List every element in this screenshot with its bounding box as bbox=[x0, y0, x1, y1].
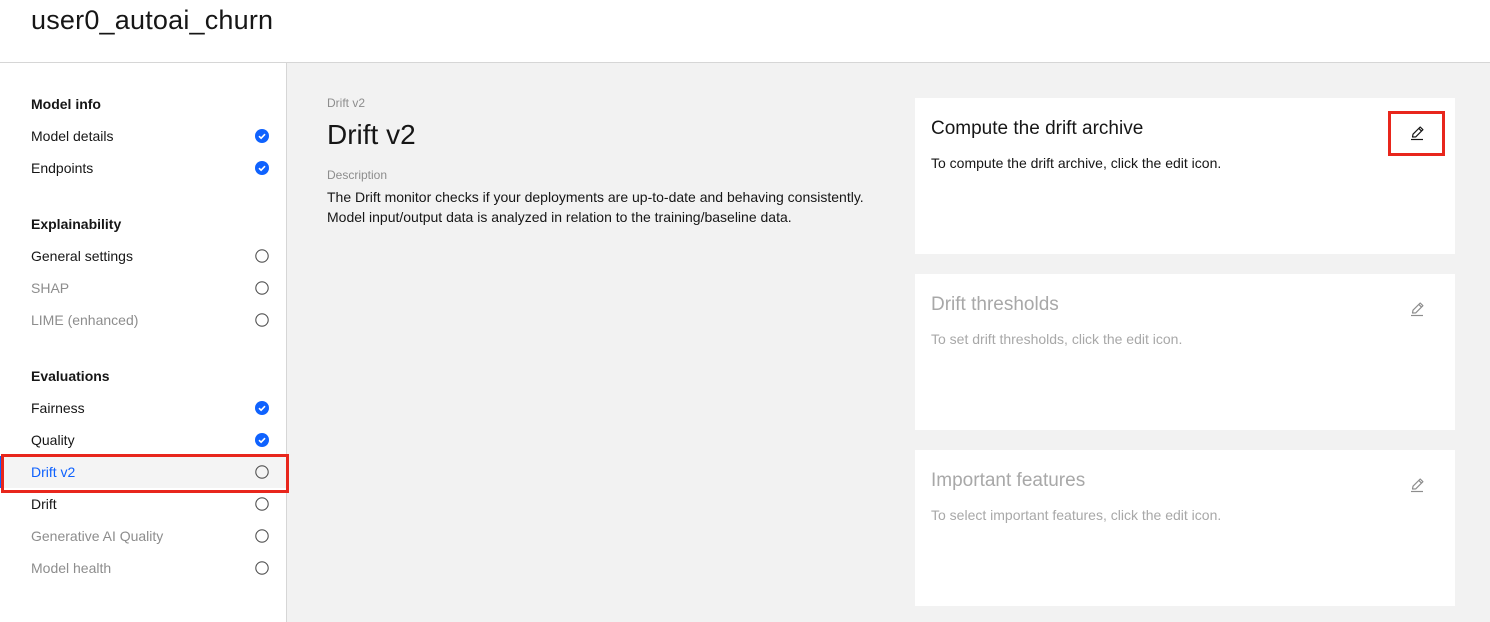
sidebar-item-label: SHAP bbox=[31, 280, 70, 296]
card-title: Compute the drift archive bbox=[931, 118, 1144, 139]
card-title: Important features bbox=[931, 470, 1086, 491]
card-important-features: Important features To select important f… bbox=[915, 450, 1455, 606]
description-label: Description bbox=[327, 168, 388, 182]
sidebar-item-label: Fairness bbox=[31, 400, 85, 416]
selected-indicator bbox=[0, 456, 3, 488]
card-text: To select important features, click the … bbox=[931, 507, 1222, 523]
edit-icon[interactable] bbox=[1406, 474, 1428, 496]
circle-outline-icon bbox=[255, 281, 269, 295]
description-text: The Drift monitor checks if your deploym… bbox=[327, 189, 864, 225]
card-text: To set drift thresholds, click the edit … bbox=[931, 331, 1183, 347]
checkmark-filled-icon bbox=[255, 401, 269, 415]
sidebar-item-model-details[interactable]: Model details bbox=[0, 120, 286, 152]
sidebar-item-model-health[interactable]: Model health bbox=[0, 552, 286, 584]
section-title-evaluations: Evaluations bbox=[31, 368, 110, 384]
page-title: Drift v2 bbox=[327, 119, 416, 150]
sidebar-item-quality[interactable]: Quality bbox=[0, 424, 286, 456]
checkmark-filled-icon bbox=[255, 129, 269, 143]
sidebar-item-label: Endpoints bbox=[31, 160, 94, 176]
circle-outline-icon bbox=[255, 529, 269, 543]
sidebar-item-drift[interactable]: Drift bbox=[0, 488, 286, 520]
circle-outline-icon bbox=[255, 313, 269, 327]
sidebar-item-general-settings[interactable]: General settings bbox=[0, 240, 286, 272]
sidebar-item-label: Model details bbox=[31, 128, 114, 144]
card-text: To compute the drift archive, click the … bbox=[931, 155, 1222, 171]
breadcrumb: Drift v2 bbox=[327, 96, 366, 110]
card-title: Drift thresholds bbox=[931, 294, 1059, 315]
sidebar-item-drift-v2[interactable]: Drift v2 bbox=[0, 456, 286, 488]
main-panel: Drift v2 Drift v2 Description The Drift … bbox=[287, 63, 1490, 622]
app-title: user0_autoai_churn bbox=[31, 5, 274, 35]
sidebar-item-label: Generative AI Quality bbox=[31, 528, 164, 544]
checkmark-filled-icon bbox=[255, 433, 269, 447]
sidebar-item-generative-ai-quality[interactable]: Generative AI Quality bbox=[0, 520, 286, 552]
sidebar-item-endpoints[interactable]: Endpoints bbox=[0, 152, 286, 184]
sidebar-item-shap[interactable]: SHAP bbox=[0, 272, 286, 304]
sidebar-item-fairness[interactable]: Fairness bbox=[0, 392, 286, 424]
sidebar-item-label: Drift v2 bbox=[31, 464, 76, 480]
sidebar-item-label: LIME (enhanced) bbox=[31, 312, 139, 328]
checkmark-filled-icon bbox=[255, 161, 269, 175]
edit-icon[interactable] bbox=[1406, 122, 1428, 144]
sidebar: Model info Model details Endpoints Expla… bbox=[0, 63, 287, 622]
edit-icon[interactable] bbox=[1406, 298, 1428, 320]
sidebar-item-label: Quality bbox=[31, 432, 75, 448]
circle-outline-icon bbox=[255, 561, 269, 575]
sidebar-item-label: Drift bbox=[31, 496, 57, 512]
sidebar-item-label: General settings bbox=[31, 248, 133, 264]
card-drift-thresholds: Drift thresholds To set drift thresholds… bbox=[915, 274, 1455, 430]
section-title-explainability: Explainability bbox=[31, 216, 122, 232]
section-title-model-info: Model info bbox=[31, 96, 101, 112]
sidebar-item-lime-enhanced[interactable]: LIME (enhanced) bbox=[0, 304, 286, 336]
circle-outline-icon bbox=[255, 465, 269, 479]
circle-outline-icon bbox=[255, 249, 269, 263]
sidebar-item-label: Model health bbox=[31, 560, 112, 576]
top-bar: user0_autoai_churn bbox=[0, 0, 1490, 63]
card-compute-drift-archive: Compute the drift archive To compute the… bbox=[915, 98, 1455, 254]
circle-outline-icon bbox=[255, 497, 269, 511]
